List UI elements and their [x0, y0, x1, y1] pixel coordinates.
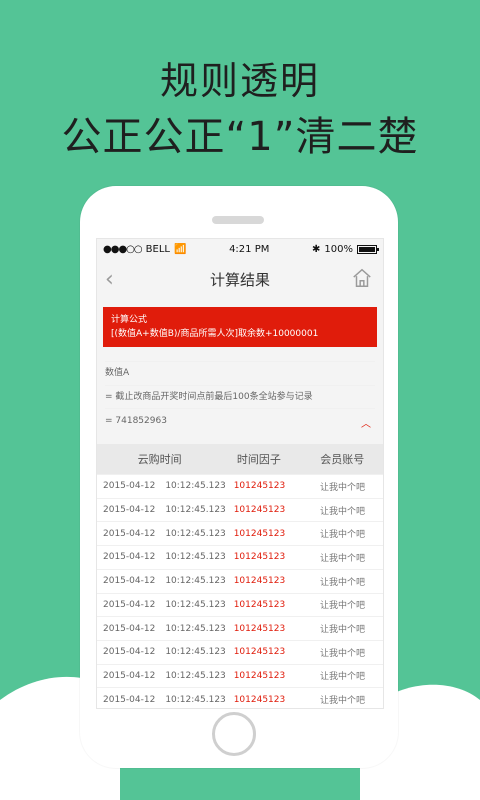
purchase-date: 2015-04-12 — [103, 505, 156, 516]
hero-title-line2: 公正公正“1”清二楚 — [61, 114, 419, 160]
formula-card: 计算公式 [(数值A+数值B)/商品所需人次]取余数+10000001 — [103, 307, 377, 347]
purchase-date: 2015-04-12 — [103, 481, 156, 492]
time-factor-cell: 101245123 — [233, 481, 286, 492]
purchase-date: 2015-04-12 — [103, 552, 156, 563]
purchase-datetime-cell: 2015-04-12 10:12:45.123 — [97, 552, 226, 563]
carrier-label: BELL — [145, 243, 170, 255]
member-account-cell[interactable]: 让我中个吧 — [302, 693, 383, 706]
table-body: 2015-04-12 10:12:45.123 101245123 让我中个吧 2015… — [97, 474, 383, 708]
table-row: 2015-04-12 10:12:45.123 101245123 让我中个吧 — [97, 474, 383, 498]
bluetooth-icon: ✱ — [312, 243, 321, 255]
member-account-cell[interactable]: 让我中个吧 — [302, 480, 383, 493]
purchase-date: 2015-04-12 — [103, 670, 156, 681]
table-row: 2015-04-12 10:12:45.123 101245123 让我中个吧 — [97, 616, 383, 640]
member-account-cell[interactable]: 让我中个吧 — [302, 669, 383, 682]
time-factor-cell: 101245123 — [233, 694, 286, 705]
records-table: 云购时间 时间因子 会员账号 2015-04-12 10:12:45.123 101… — [97, 444, 383, 708]
table-header: 云购时间 时间因子 会员账号 — [97, 444, 383, 475]
purchase-datetime-cell: 2015-04-12 10:12:45.123 — [97, 599, 226, 610]
home-icon[interactable] — [351, 267, 373, 289]
purchase-datetime-cell: 2015-04-12 10:12:45.123 — [97, 481, 226, 492]
time-factor-cell: 101245123 — [233, 528, 286, 539]
page-title: 计算结果 — [209, 270, 270, 289]
formula-text: [(数值A+数值B)/商品所需人次]取余数+10000001 — [111, 329, 319, 339]
status-time: 4:21 PM — [229, 243, 270, 255]
value-a-description: = 截止改商品开奖时间点前最后100条全站参与记录 — [105, 384, 375, 409]
table-row: 2015-04-12 10:12:45.123 101245123 让我中个吧 — [97, 521, 383, 545]
purchase-datetime-cell: 2015-04-12 10:12:45.123 — [97, 576, 226, 587]
phone-frame: ●●●○○ BELL 📶 4:21 PM ✱ 100% ‹ 计算结果 计算公式 … — [80, 186, 398, 768]
table-row: 2015-04-12 10:12:45.123 101245123 让我中个吧 — [97, 545, 383, 569]
time-factor-cell: 101245123 — [233, 576, 286, 587]
purchase-date: 2015-04-12 — [103, 599, 156, 610]
value-a-label: 数值A — [105, 361, 375, 385]
purchase-datetime-cell: 2015-04-12 10:12:45.123 — [97, 694, 226, 705]
table-row: 2015-04-12 10:12:45.123 101245123 让我中个吧 — [97, 663, 383, 688]
member-account-cell[interactable]: 让我中个吧 — [302, 551, 383, 564]
member-account-cell[interactable]: 让我中个吧 — [302, 622, 383, 635]
purchase-date: 2015-04-12 — [103, 623, 156, 634]
member-account-cell[interactable]: 让我中个吧 — [302, 527, 383, 540]
purchase-date: 2015-04-12 — [103, 528, 156, 539]
member-account-cell[interactable]: 让我中个吧 — [302, 646, 383, 659]
time-factor-cell: 101245123 — [233, 599, 286, 610]
phone-speaker — [212, 216, 264, 224]
purchase-datetime-cell: 2015-04-12 10:12:45.123 — [97, 623, 226, 634]
time-factor-cell: 101245123 — [233, 647, 286, 658]
back-icon[interactable]: ‹ — [105, 267, 114, 292]
header-time-factor: 时间因子 — [236, 453, 281, 467]
purchase-date: 2015-04-12 — [103, 576, 156, 587]
table-row: 2015-04-12 10:12:45.123 101245123 让我中个吧 — [97, 687, 383, 708]
table-row: 2015-04-12 10:12:45.123 101245123 让我中个吧 — [97, 639, 383, 664]
phone-screen: ●●●○○ BELL 📶 4:21 PM ✱ 100% ‹ 计算结果 计算公式 … — [96, 238, 384, 709]
purchase-date: 2015-04-12 — [103, 694, 156, 705]
time-factor-cell: 101245123 — [233, 552, 286, 563]
time-factor-cell: 101245123 — [233, 670, 286, 681]
table-row: 2015-04-12 10:12:45.123 101245123 让我中个吧 — [97, 497, 383, 522]
member-account-cell[interactable]: 让我中个吧 — [302, 504, 383, 517]
purchase-datetime-cell: 2015-04-12 10:12:45.123 — [97, 647, 226, 658]
table-row: 2015-04-12 10:12:45.123 101245123 让我中个吧 — [97, 568, 383, 593]
status-bar: ●●●○○ BELL 📶 4:21 PM ✱ 100% — [97, 239, 383, 259]
purchase-datetime-cell: 2015-04-12 10:12:45.123 — [97, 670, 226, 681]
phone-home-button[interactable] — [212, 712, 256, 756]
member-account-cell[interactable]: 让我中个吧 — [302, 575, 383, 588]
table-row: 2015-04-12 10:12:45.123 101245123 让我中个吧 — [97, 592, 383, 617]
signal-dots-icon: ●●●○○ — [103, 243, 143, 255]
purchase-datetime-cell: 2015-04-12 10:12:45.123 — [97, 505, 226, 516]
header-member-account: 会员账号 — [320, 453, 365, 467]
formula-title: 计算公式 — [111, 315, 148, 325]
member-account-cell[interactable]: 让我中个吧 — [302, 598, 383, 611]
value-a-section[interactable]: 数值A = 截止改商品开奖时间点前最后100条全站参与记录 = 74185296… — [103, 353, 377, 438]
time-factor-cell: 101245123 — [233, 623, 286, 634]
battery-icon — [356, 244, 379, 254]
value-a-value: = 741852963 — [105, 408, 375, 432]
navigation-bar: ‹ 计算结果 — [97, 259, 383, 299]
wifi-icon: 📶 — [173, 243, 187, 255]
header-purchase-time: 云购时间 — [137, 453, 182, 467]
purchase-date: 2015-04-12 — [103, 647, 156, 658]
hero-title-line1: 规则透明 — [159, 59, 320, 103]
collapse-caret-icon[interactable]: ︿ — [361, 418, 371, 432]
battery-percent: 100% — [324, 243, 353, 255]
purchase-datetime-cell: 2015-04-12 10:12:45.123 — [97, 528, 226, 539]
time-factor-cell: 101245123 — [233, 505, 286, 516]
